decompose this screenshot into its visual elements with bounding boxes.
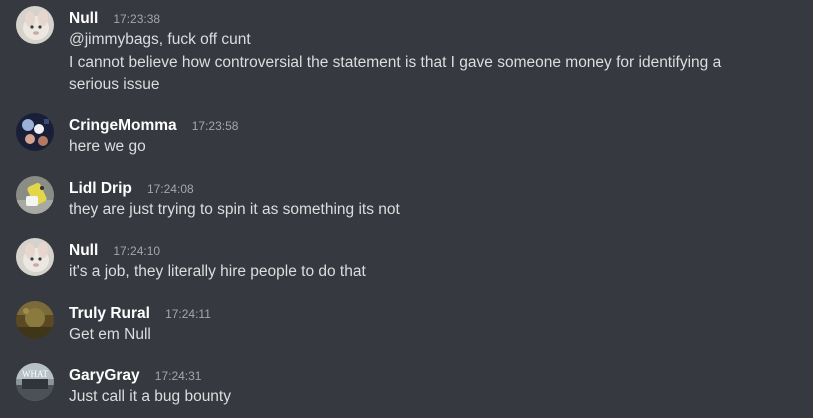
- username[interactable]: Null: [69, 10, 98, 27]
- null-avatar[interactable]: [16, 238, 54, 276]
- message-content: here we go: [69, 136, 769, 159]
- timestamp[interactable]: 17:24:10: [113, 244, 160, 258]
- message-content: Get em Null: [69, 324, 769, 347]
- avatar-text: WHAT: [22, 369, 48, 379]
- timestamp[interactable]: 17:24:08: [147, 182, 194, 196]
- message-line: @jimmybags, fuck off cunt: [69, 31, 251, 48]
- timestamp[interactable]: 17:24:31: [155, 369, 202, 383]
- message-line: Just call it a bug bounty: [69, 388, 231, 405]
- cringemomma-avatar[interactable]: [16, 113, 54, 151]
- chat-messages: Null 17:23:38 @jimmybags, fuck off cunt …: [0, 0, 813, 418]
- timestamp[interactable]: 17:24:11: [165, 307, 211, 321]
- truly-rural-avatar[interactable]: [16, 301, 54, 339]
- message-line: it's a job, they literally hire people t…: [69, 263, 366, 280]
- message-content: it's a job, they literally hire people t…: [69, 261, 769, 284]
- message-line: they are just trying to spin it as somet…: [69, 201, 400, 218]
- timestamp[interactable]: 17:23:58: [192, 119, 239, 133]
- message-content: @jimmybags, fuck off cunt I cannot belie…: [69, 29, 769, 97]
- garygray-avatar[interactable]: WHAT: [16, 363, 54, 401]
- message-line: here we go: [69, 138, 146, 155]
- message-line: I cannot believe how controversial the s…: [69, 53, 722, 71]
- username[interactable]: Lidl Drip: [69, 180, 132, 197]
- lidl-drip-avatar[interactable]: [16, 176, 54, 214]
- message-content: Just call it a bug bounty: [69, 386, 769, 409]
- message-line: serious issue: [69, 76, 160, 93]
- username[interactable]: Truly Rural: [69, 305, 150, 322]
- username[interactable]: CringeMomma: [69, 117, 177, 134]
- null-avatar[interactable]: [16, 6, 54, 44]
- username[interactable]: GaryGray: [69, 367, 140, 384]
- message-content: they are just trying to spin it as somet…: [69, 199, 769, 222]
- timestamp[interactable]: 17:23:38: [113, 12, 160, 26]
- message-line: Get em Null: [69, 326, 151, 343]
- username[interactable]: Null: [69, 242, 98, 259]
